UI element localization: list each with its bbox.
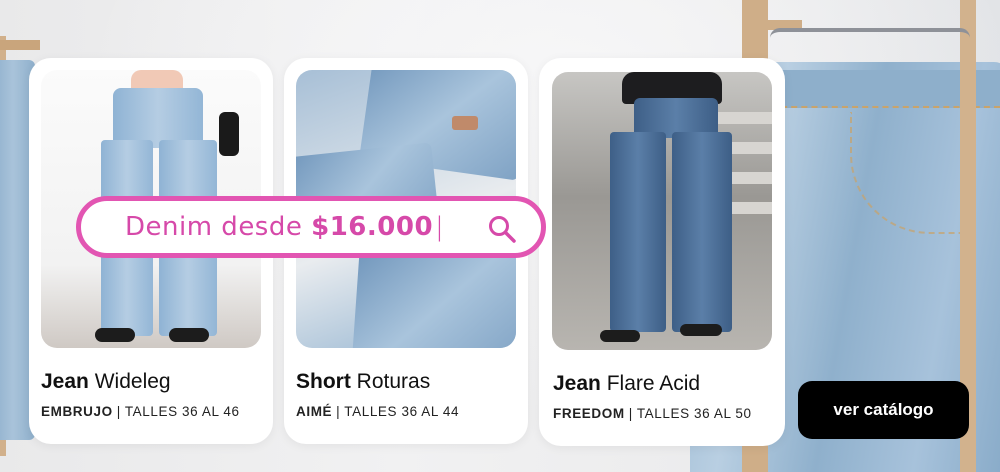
handbag xyxy=(219,112,239,156)
product-meta: FREEDOM | TALLES 36 AL 50 xyxy=(553,406,752,421)
product-info: Short Roturas AIMÉ | TALLES 36 AL 44 xyxy=(296,370,459,419)
search-bar[interactable]: Denim desde $16.000| xyxy=(76,196,546,258)
text-cursor: | xyxy=(435,212,445,242)
search-icon[interactable] xyxy=(487,214,517,244)
promo-banner: Jean Wideleg EMBRUJO | TALLES 36 AL 46 Sho… xyxy=(0,0,1000,472)
product-info: Jean Wideleg EMBRUJO | TALLES 36 AL 46 xyxy=(41,370,240,419)
brand-patch xyxy=(452,116,478,130)
product-title: Short Roturas xyxy=(296,370,431,393)
shoe-left xyxy=(95,328,135,342)
jeans-leg-left xyxy=(610,132,666,332)
product-meta: AIMÉ | TALLES 36 AL 44 xyxy=(296,404,460,419)
jeans-leg-right xyxy=(672,132,732,332)
background-hanger xyxy=(770,28,970,72)
jeans-waist xyxy=(113,88,203,148)
product-title: Jean Wideleg xyxy=(41,370,171,393)
shoe-left xyxy=(600,330,640,342)
product-image-flare-acid[interactable] xyxy=(552,72,772,350)
background-rail-left xyxy=(0,40,40,50)
denim-hem xyxy=(352,244,516,348)
product-info: Jean Flare Acid FREEDOM | TALLES 36 AL 50 xyxy=(553,372,752,421)
shoe-right xyxy=(169,328,209,342)
price-text: $16.000 xyxy=(311,212,434,242)
product-meta: EMBRUJO | TALLES 36 AL 46 xyxy=(41,404,240,419)
product-title: Jean Flare Acid xyxy=(553,372,701,395)
search-query[interactable]: Denim desde $16.000| xyxy=(81,212,444,242)
product-card-flare-acid[interactable]: Jean Flare Acid FREEDOM | TALLES 36 AL 50 xyxy=(539,58,785,446)
view-catalog-button[interactable]: ver catálogo xyxy=(798,381,969,439)
shoe-right xyxy=(680,324,722,336)
